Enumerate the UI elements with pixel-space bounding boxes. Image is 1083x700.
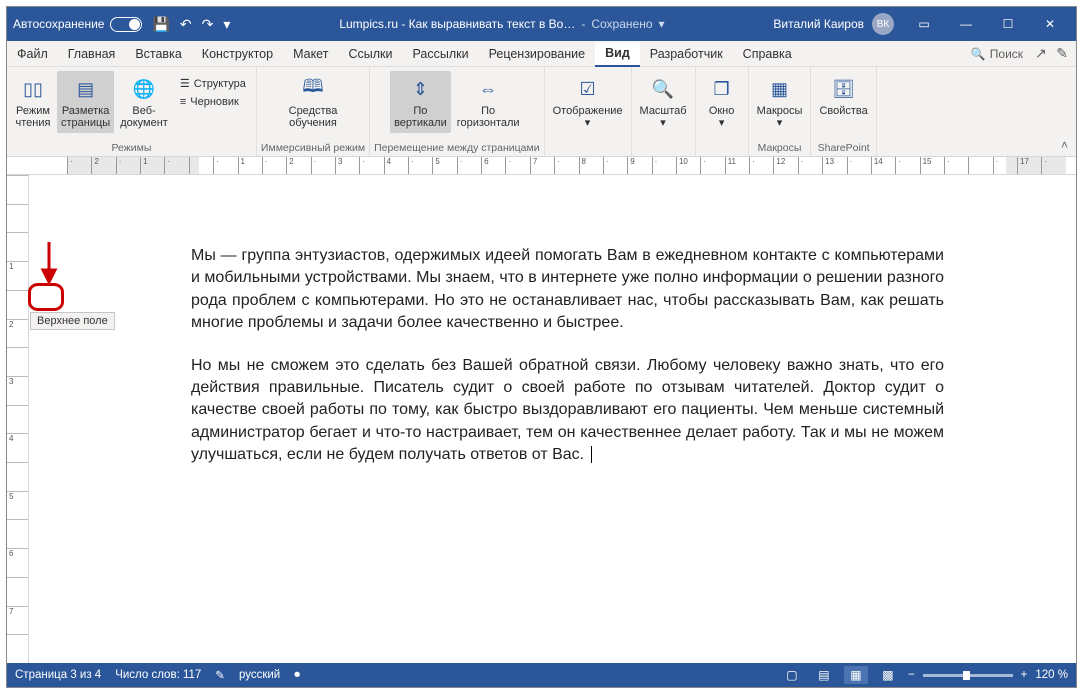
search-box[interactable]: 🔍 Поиск (971, 47, 1023, 61)
text-cursor (591, 446, 596, 463)
sharepoint-icon: 🗄 (830, 75, 858, 103)
tab-review[interactable]: Рецензирование (479, 41, 596, 66)
focus-view-icon[interactable]: ▢ (780, 666, 804, 684)
learning-tools-button[interactable]: 🕮Средства обучения (285, 71, 342, 133)
magnify-icon: 🔍 (649, 75, 677, 103)
outline-icon: ☰ (180, 77, 190, 90)
macros-button[interactable]: ▦Макросы▾ (753, 71, 807, 133)
saved-status: Сохранено (591, 17, 652, 31)
maximize-icon[interactable]: ☐ (988, 10, 1028, 38)
titlebar: Автосохранение 💾 ↶ ↷ ▾ Lumpics.ru - Как … (7, 7, 1076, 41)
window-icon: ❐ (708, 75, 736, 103)
title-dropdown-icon[interactable]: ▾ (659, 17, 665, 31)
tab-layout[interactable]: Макет (283, 41, 338, 66)
display-icon: ☑ (574, 75, 602, 103)
tab-view[interactable]: Вид (595, 42, 640, 67)
zoom-in-icon[interactable]: + (1021, 669, 1028, 681)
statusbar: Страница 3 из 4 Число слов: 117 ✎ русски… (7, 663, 1076, 687)
sharepoint-group-label: SharePoint (818, 140, 870, 154)
tab-references[interactable]: Ссылки (338, 41, 402, 66)
tab-mailings[interactable]: Рассылки (402, 41, 478, 66)
paragraph-2: Но мы не сможем это сделать без Вашей об… (191, 355, 944, 467)
page-status[interactable]: Страница 3 из 4 (15, 669, 101, 681)
tooltip-top-margin: Верхнее поле (30, 312, 115, 330)
search-label: Поиск (990, 47, 1023, 61)
vertical-scroll-button[interactable]: ⇕По вертикали (390, 71, 451, 133)
print-layout-button[interactable]: ▤Разметка страницы (57, 71, 114, 133)
properties-button[interactable]: 🗄Свойства (815, 71, 871, 121)
tab-developer[interactable]: Разработчик (640, 41, 733, 66)
speaker-icon: 🕮 (299, 75, 327, 103)
document-area[interactable]: Мы — группа энтузиастов, одержимых идеей… (29, 175, 1076, 663)
zoom-button[interactable]: 🔍Масштаб▾ (636, 71, 691, 133)
pagemove-group-label: Перемещение между страницами (374, 140, 540, 154)
ribbon: ▯▯Режим чтения ▤Разметка страницы 🌐Веб- … (7, 67, 1076, 157)
ribbon-options-icon[interactable]: ▭ (904, 10, 944, 38)
record-macro-icon[interactable]: ⏺ (294, 669, 300, 682)
minimize-icon[interactable]: — (946, 10, 986, 38)
page: Мы — группа энтузиастов, одержимых идеей… (41, 185, 1064, 547)
print-view-icon[interactable]: ▦ (844, 666, 868, 684)
web-view-icon[interactable]: ▩ (876, 666, 900, 684)
collapse-ribbon-icon[interactable]: ˄ (1053, 134, 1076, 156)
zoom-slider[interactable] (923, 674, 1013, 677)
redo-icon[interactable]: ↷ (202, 16, 214, 33)
autosave-toggle[interactable] (110, 17, 142, 32)
book-icon: ▯▯ (19, 75, 47, 103)
vertical-icon: ⇕ (406, 75, 434, 103)
vertical-ruler[interactable]: 1234567 (7, 175, 29, 663)
zoom-out-icon[interactable]: − (908, 669, 915, 681)
window-button[interactable]: ❐Окно▾ (700, 71, 744, 133)
word-count[interactable]: Число слов: 117 (115, 669, 201, 681)
modes-group-label: Режимы (112, 140, 152, 154)
share-icon[interactable]: ↗ (1035, 45, 1047, 61)
qatdrop-icon[interactable]: ▾ (223, 16, 230, 33)
avatar[interactable]: ВК (872, 13, 894, 35)
read-mode-button[interactable]: ▯▯Режим чтения (11, 71, 55, 133)
tab-insert[interactable]: Вставка (125, 41, 191, 66)
comments-icon[interactable]: ✎ (1056, 45, 1068, 61)
tab-design[interactable]: Конструктор (192, 41, 283, 66)
display-button[interactable]: ☑Отображение▾ (549, 71, 627, 133)
paragraph-1: Мы — группа энтузиастов, одержимых идеей… (191, 245, 944, 335)
macros-icon: ▦ (766, 75, 794, 103)
macros-group-label: Макросы (758, 140, 802, 154)
draft-button[interactable]: ≡Черновик (174, 94, 252, 110)
tab-file[interactable]: Файл (7, 41, 58, 66)
tab-help[interactable]: Справка (733, 41, 802, 66)
draft-icon: ≡ (180, 96, 186, 108)
spellcheck-icon[interactable]: ✎ (215, 668, 225, 682)
tab-home[interactable]: Главная (58, 41, 126, 66)
outline-button[interactable]: ☰Структура (174, 75, 252, 92)
page-icon: ▤ (72, 75, 100, 103)
menubar: Файл Главная Вставка Конструктор Макет С… (7, 41, 1076, 67)
save-icon[interactable]: 💾 (152, 16, 169, 33)
language-status[interactable]: русский (239, 669, 280, 681)
horizontal-icon: ⇔ (474, 75, 502, 103)
globe-icon: 🌐 (130, 75, 158, 103)
close-icon[interactable]: ✕ (1030, 10, 1070, 38)
search-icon: 🔍 (971, 47, 986, 61)
horizontal-ruler[interactable]: ·2·1··1·2·3·4·5·6·7·8·9·10·11·12·13·14·1… (7, 157, 1076, 175)
immersive-group-label: Иммерсивный режим (261, 140, 365, 154)
undo-icon[interactable]: ↶ (180, 16, 192, 33)
document-title: Lumpics.ru - Как выравнивать текст в Во… (339, 17, 575, 31)
read-view-icon[interactable]: ▤ (812, 666, 836, 684)
user-name[interactable]: Виталий Каиров (773, 17, 864, 31)
zoom-value[interactable]: 120 % (1035, 669, 1068, 681)
web-layout-button[interactable]: 🌐Веб- документ (116, 71, 172, 133)
horizontal-scroll-button[interactable]: ⇔По горизонтали (453, 71, 524, 133)
autosave-label: Автосохранение (13, 17, 104, 31)
